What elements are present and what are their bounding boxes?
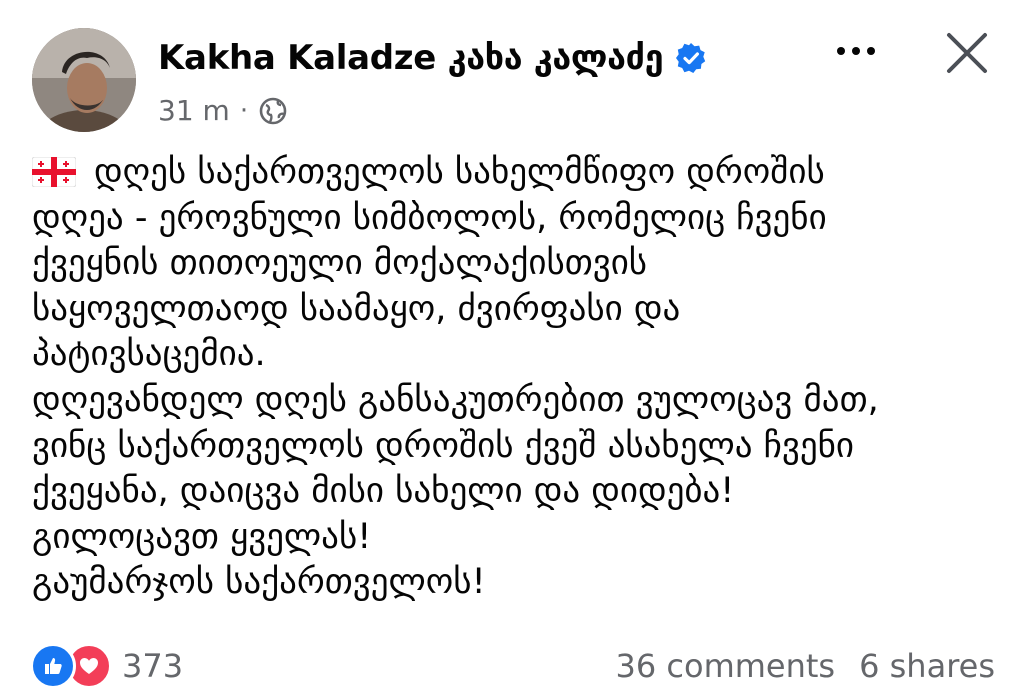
post-time[interactable]: 31 m (158, 94, 230, 127)
shares-count-link[interactable]: 6 shares (859, 647, 995, 685)
avatar[interactable] (32, 28, 136, 132)
post-line: დღეს საქართველოს სახელმწიფო დროშის (32, 150, 1007, 196)
post-text-line: დღეს საქართველოს სახელმწიფო დროშის (94, 152, 825, 192)
post-text-line: გილოცავთ ყველას! (32, 516, 372, 557)
post-text-line: ქვეყანა, დაიცვა მისი სახელი და დიდება! (32, 471, 735, 512)
globe-icon[interactable] (258, 96, 288, 126)
post-text-line: გაუმარჯოს საქართველოს! (32, 562, 486, 603)
post-text-line: დღევანდელ დღეს განსაკუთრებით ვულოცავ მათ… (32, 379, 879, 420)
author-name[interactable]: Kakha Kaladze კახა კალაძე (158, 38, 707, 78)
author-name-text: Kakha Kaladze კახა კალაძე (158, 38, 664, 78)
post-text-line: ქვეყნის თითოეული მოქალაქისთვის (32, 243, 648, 284)
comments-count-link[interactable]: 36 comments (616, 647, 836, 685)
avatar-photo (32, 28, 136, 132)
post-text-line: საყოველთაოდ საამაყო, ძვირფასი და (32, 288, 681, 329)
post-text-line: დღეა - ეროვნული სიმბოლოს, რომელიც ჩვენი (32, 197, 827, 238)
post-body: დღეს საქართველოს სახელმწიფო დროშის დღეა … (32, 150, 1007, 606)
meta-separator: · (239, 95, 249, 126)
post-text-line: პატივსაცემია. (32, 334, 266, 375)
like-icon (30, 643, 76, 689)
georgia-flag-icon (32, 157, 76, 187)
close-icon[interactable] (944, 30, 990, 76)
more-options-icon[interactable] (831, 36, 881, 66)
post-meta: 31 m · (158, 94, 288, 127)
verified-badge-icon (676, 43, 706, 73)
reactions-summary[interactable]: 373 (30, 643, 183, 689)
reaction-count: 373 (122, 647, 184, 685)
post-footer: 373 36 comments 6 shares (30, 640, 995, 692)
post-text-line: ვინც საქართველოს დროშის ქვეშ ასახელა ჩვე… (32, 425, 855, 466)
